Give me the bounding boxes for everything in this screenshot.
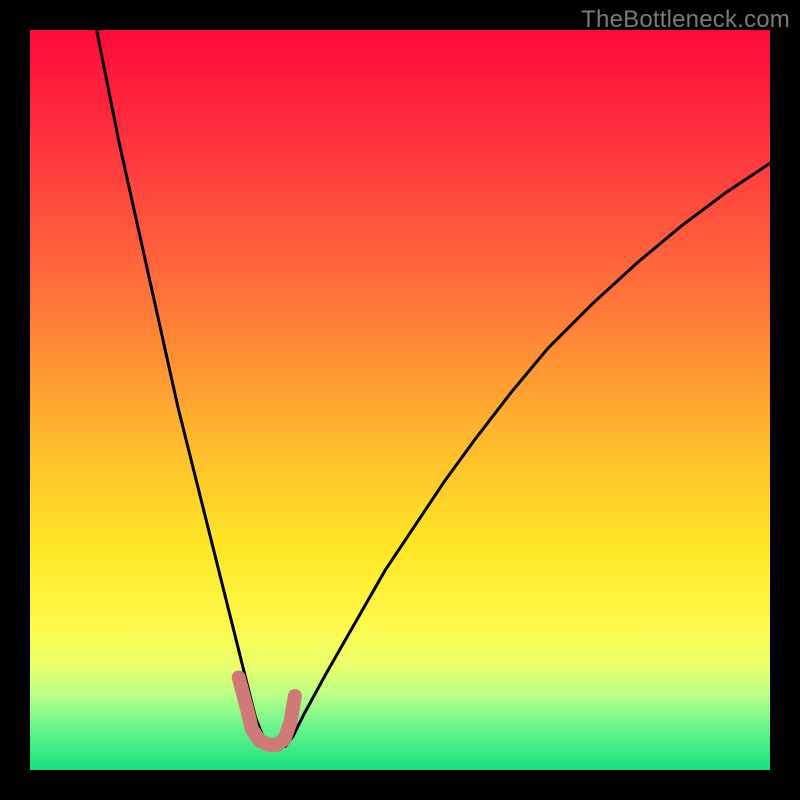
chart-frame: TheBottleneck.com [0, 0, 800, 800]
chart-plot-area [30, 30, 770, 770]
chart-background [30, 30, 770, 770]
chart-svg [30, 30, 770, 770]
